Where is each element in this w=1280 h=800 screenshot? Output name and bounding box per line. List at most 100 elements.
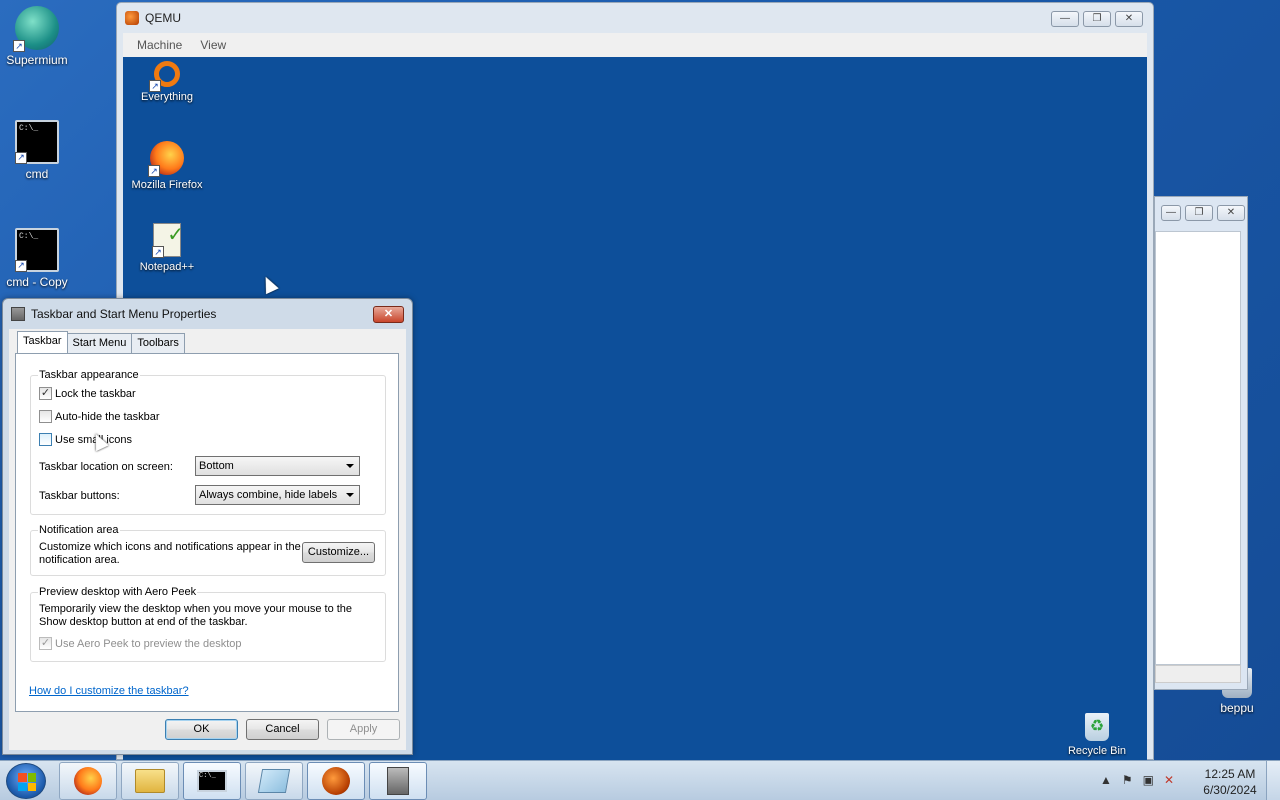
aero-peek-checkbox[interactable]: ✓ Use Aero Peek to preview the desktop: [39, 637, 242, 650]
show-desktop-button[interactable]: [1266, 761, 1280, 800]
shortcut-arrow-icon: ↗: [13, 40, 25, 52]
notification-description: Customize which icons and notifications …: [39, 541, 301, 566]
taskbar-notepad-button[interactable]: [245, 762, 303, 800]
dropdown-arrow-icon: [346, 464, 354, 468]
shortcut-arrow-icon: ↗: [152, 246, 164, 258]
guest-icon-firefox[interactable]: ↗ Mozilla Firefox: [117, 141, 217, 191]
taskbar-properties-dialog[interactable]: Taskbar and Start Menu Properties ✕ Task…: [2, 298, 413, 755]
help-link[interactable]: How do I customize the taskbar?: [29, 685, 189, 697]
minimize-icon[interactable]: —: [1161, 205, 1181, 221]
checkbox-checked-icon[interactable]: ✓: [39, 637, 52, 650]
clock-date: 6/30/2024: [1203, 783, 1257, 797]
taskbar-firefox-button[interactable]: [59, 762, 117, 800]
shortcut-arrow-icon: ↗: [149, 80, 161, 92]
notepad-icon: [257, 769, 291, 793]
checkbox-checked-icon[interactable]: ✓: [39, 387, 52, 400]
maximize-button[interactable]: ❐: [1083, 11, 1111, 27]
taskbar-properties-button[interactable]: [369, 762, 427, 800]
desktop-icon-label: Supermium: [6, 53, 68, 67]
checkbox-unchecked-icon[interactable]: [39, 410, 52, 423]
select-value: Always combine, hide labels: [199, 489, 338, 501]
taskbar-explorer-button[interactable]: [121, 762, 179, 800]
location-label: Taskbar location on screen:: [39, 461, 173, 473]
group-aero-peek: Preview desktop with Aero Peek Temporari…: [30, 586, 386, 662]
folder-icon: [135, 769, 165, 793]
notepadpp-icon: ✓ ↗: [152, 223, 184, 258]
tab-toolbars[interactable]: Toolbars: [131, 333, 185, 353]
group-title: Taskbar appearance: [38, 369, 140, 381]
show-hidden-icons-icon[interactable]: ▲: [1100, 773, 1112, 787]
minimize-button[interactable]: —: [1051, 11, 1079, 27]
close-button[interactable]: ✕: [373, 306, 404, 323]
firefox-icon: ↗: [148, 141, 184, 177]
customize-button[interactable]: Customize...: [302, 542, 375, 563]
aero-description: Temporarily view the desktop when you mo…: [39, 603, 353, 628]
desktop-icon-cmd-copy[interactable]: C:\_ ↗ cmd - Copy: [0, 228, 77, 289]
menu-view[interactable]: View: [200, 38, 226, 52]
small-icons-checkbox[interactable]: Use small icons: [39, 433, 132, 446]
lock-taskbar-checkbox[interactable]: ✓ Lock the taskbar: [39, 387, 136, 400]
qemu-titlebar[interactable]: QEMU: [117, 3, 1153, 33]
everything-icon: ↗: [149, 61, 180, 92]
system-tray: ▲ ⚑ ▣ ✕: [1100, 773, 1174, 787]
checkbox-label: Use Aero Peek to preview the desktop: [55, 637, 242, 650]
location-select[interactable]: Bottom: [195, 456, 360, 476]
desktop-icon-label: cmd - Copy: [6, 275, 68, 289]
clock-time: 12:25 AM: [1204, 767, 1256, 781]
taskbar-settings-icon: [11, 307, 25, 321]
guest-icon-recycle-bin[interactable]: ♻ Recycle Bin: [1057, 713, 1137, 757]
checkbox-label: Lock the taskbar: [55, 387, 136, 400]
tab-page-taskbar: Taskbar appearance ✓ Lock the taskbar Au…: [15, 353, 399, 712]
window-content: [1155, 231, 1241, 665]
menu-machine[interactable]: Machine: [137, 38, 182, 52]
desktop-icon-label: beppu: [1220, 701, 1254, 715]
group-taskbar-appearance: Taskbar appearance ✓ Lock the taskbar Au…: [30, 369, 386, 515]
tab-strip: Taskbar Start Menu Toolbars: [17, 331, 185, 353]
start-button[interactable]: [6, 763, 46, 799]
guest-icon-label: Recycle Bin: [1067, 745, 1127, 757]
apply-button[interactable]: Apply: [327, 719, 400, 740]
guest-icon-notepadpp[interactable]: ✓ ↗ Notepad++: [127, 223, 207, 273]
volume-muted-icon[interactable]: ✕: [1164, 773, 1174, 787]
desktop-icon-cmd[interactable]: C:\_ ↗ cmd: [0, 120, 77, 181]
close-icon[interactable]: ✕: [1217, 205, 1245, 221]
buttons-label: Taskbar buttons:: [39, 490, 120, 502]
guest-icon-label: Notepad++: [139, 261, 195, 273]
taskbar-qemu-button[interactable]: [307, 762, 365, 800]
checkbox-label: Auto-hide the taskbar: [55, 410, 160, 423]
qemu-icon: [322, 767, 350, 795]
select-value: Bottom: [199, 460, 234, 472]
maximize-icon[interactable]: ❐: [1185, 205, 1213, 221]
shortcut-arrow-icon: ↗: [15, 152, 27, 164]
autohide-checkbox[interactable]: Auto-hide the taskbar: [39, 410, 160, 423]
buttons-select[interactable]: Always combine, hide labels: [195, 485, 360, 505]
tab-taskbar[interactable]: Taskbar: [17, 331, 68, 353]
close-button[interactable]: ✕: [1115, 11, 1143, 27]
action-center-flag-icon[interactable]: ⚑: [1122, 773, 1133, 787]
qemu-app-icon: [125, 11, 139, 25]
dialog-title: Taskbar and Start Menu Properties: [31, 307, 217, 321]
tab-start-menu[interactable]: Start Menu: [66, 333, 133, 353]
dialog-titlebar[interactable]: Taskbar and Start Menu Properties: [3, 299, 412, 329]
cmd-icon: C:\_ ↗: [15, 120, 59, 164]
guest-icon-everything[interactable]: ↗ Everything: [127, 61, 207, 103]
supermium-icon: ↗: [13, 6, 59, 52]
window-title: QEMU: [145, 11, 181, 25]
checkbox-unchecked-icon[interactable]: [39, 433, 52, 446]
group-title: Notification area: [38, 524, 120, 536]
network-icon[interactable]: ▣: [1143, 773, 1154, 787]
taskbar-cmd-button[interactable]: C:\_: [183, 762, 241, 800]
windows-logo-icon: [18, 773, 36, 791]
desktop-icon-supermium[interactable]: ↗ Supermium: [0, 6, 77, 67]
guest-icon-label: Everything: [141, 91, 193, 103]
firefox-icon: [74, 767, 102, 795]
cmd-icon: C:\_: [197, 770, 227, 792]
cancel-button[interactable]: Cancel: [246, 719, 319, 740]
clock[interactable]: 12:25 AM 6/30/2024: [1196, 766, 1264, 798]
horizontal-scrollbar[interactable]: [1155, 665, 1241, 683]
recycle-bin-icon: ♻: [1085, 713, 1109, 741]
dialog-body: Taskbar Start Menu Toolbars Taskbar appe…: [9, 329, 406, 750]
ok-button[interactable]: OK: [165, 719, 238, 740]
taskbar-settings-icon: [387, 767, 409, 795]
background-window[interactable]: — ❐ ✕: [1154, 196, 1248, 690]
